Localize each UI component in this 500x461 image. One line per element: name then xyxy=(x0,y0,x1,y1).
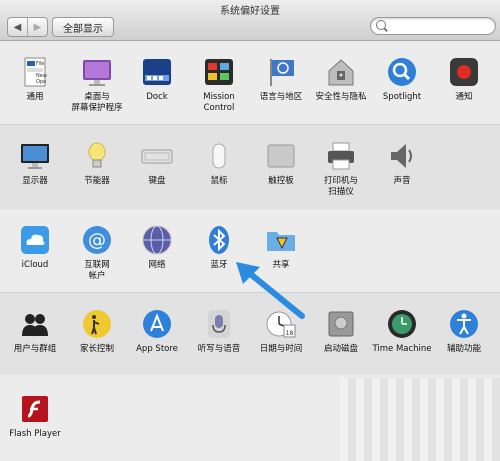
pane-network[interactable]: 网络 xyxy=(126,224,188,271)
trackpad-icon xyxy=(265,140,297,172)
svg-text:@: @ xyxy=(88,230,106,251)
app-store-icon xyxy=(141,308,173,340)
svg-text:File: File xyxy=(36,61,44,67)
pane-label: 启动磁盘 xyxy=(323,344,358,354)
desktop-screensaver-icon xyxy=(81,56,113,88)
pane-label: 通用 xyxy=(26,92,44,102)
pane-time-machine[interactable]: Time Machine xyxy=(371,308,433,355)
pane-label: Mission Control xyxy=(203,92,235,113)
pane-label: 网络 xyxy=(148,260,166,270)
globe-icon xyxy=(141,224,173,256)
toolbar: 系统偏好设置 ◀ ▶ 全部显示 xyxy=(0,0,500,41)
hard-disk-icon xyxy=(325,308,357,340)
pane-label: 互联网 帐户 xyxy=(84,260,110,281)
pane-label: 听写与语音 xyxy=(197,344,241,354)
pane-label: 家长控制 xyxy=(79,344,114,354)
pane-trackpad[interactable]: 触控板 xyxy=(250,140,312,187)
search-icon xyxy=(376,20,386,30)
pane-displays[interactable]: 显示器 xyxy=(4,140,66,187)
flash-player-icon xyxy=(19,393,51,425)
printer-icon xyxy=(325,140,357,172)
pane-spotlight[interactable]: Spotlight xyxy=(371,56,433,103)
pane-general[interactable]: File New Ope 通用 xyxy=(4,56,66,103)
sharing-folder-icon xyxy=(265,224,297,256)
time-machine-icon xyxy=(386,308,418,340)
pane-flash-player[interactable]: Flash Player xyxy=(4,393,66,440)
pane-label: 辅助功能 xyxy=(446,344,481,354)
pane-label: 语言与地区 xyxy=(259,92,303,102)
monitor-icon xyxy=(19,140,51,172)
mission-control-icon xyxy=(203,56,235,88)
pane-label: 通知 xyxy=(455,92,473,102)
pane-startup-disk[interactable]: 启动磁盘 xyxy=(310,308,372,355)
pane-label: 安全性与隐私 xyxy=(315,92,367,102)
speaker-icon xyxy=(386,140,418,172)
language-flag-icon xyxy=(265,56,297,88)
pane-label: Time Machine xyxy=(372,344,432,354)
pane-label: Dock xyxy=(146,92,168,102)
pane-label: Flash Player xyxy=(9,429,61,439)
keyboard-icon xyxy=(141,140,173,172)
pane-label: 鼠标 xyxy=(210,176,228,186)
pane-keyboard[interactable]: 键盘 xyxy=(126,140,188,187)
house-lock-icon xyxy=(325,56,357,88)
watermark xyxy=(340,378,500,461)
pane-label: 日期与时间 xyxy=(259,344,303,354)
icloud-icon xyxy=(19,224,51,256)
system-preferences-window: 系统偏好设置 ◀ ▶ 全部显示 File New Ope 通用 桌面与 屏幕保护程序… xyxy=(0,0,500,461)
general-icon: File New Ope xyxy=(19,56,51,88)
pane-sound[interactable]: 声音 xyxy=(371,140,433,187)
pane-label: 声音 xyxy=(393,176,411,186)
pane-label: 键盘 xyxy=(148,176,166,186)
dock-icon xyxy=(141,56,173,88)
mouse-icon xyxy=(203,140,235,172)
annotation-arrow xyxy=(230,258,306,324)
pane-label: Spotlight xyxy=(382,92,422,102)
pane-label: 节能器 xyxy=(84,176,110,186)
bluetooth-icon xyxy=(203,224,235,256)
pane-label: App Store xyxy=(136,344,178,354)
nav-buttons: ◀ ▶ xyxy=(7,17,48,37)
pane-label: 用户与群组 xyxy=(13,344,57,354)
pane-internet-accounts[interactable]: @ 互联网 帐户 xyxy=(66,224,128,282)
pane-accessibility[interactable]: 辅助功能 xyxy=(433,308,495,355)
pane-icloud[interactable]: iCloud xyxy=(4,224,66,271)
spotlight-icon xyxy=(386,56,418,88)
accessibility-icon xyxy=(448,308,480,340)
svg-text:18: 18 xyxy=(286,330,294,337)
pane-security[interactable]: 安全性与隐私 xyxy=(310,56,372,103)
show-all-button[interactable]: 全部显示 xyxy=(52,17,114,37)
pane-label: iCloud xyxy=(21,260,49,270)
back-button[interactable]: ◀ xyxy=(8,18,27,36)
pane-notifications[interactable]: 通知 xyxy=(433,56,495,103)
window-title: 系统偏好设置 xyxy=(220,6,280,17)
pane-label: 触控板 xyxy=(268,176,294,186)
search-input[interactable] xyxy=(370,17,496,35)
pane-mission-control[interactable]: Mission Control xyxy=(188,56,250,114)
users-icon xyxy=(19,308,51,340)
notifications-icon xyxy=(448,56,480,88)
pane-label: 打印机与 扫描仪 xyxy=(323,176,358,197)
pane-desktop[interactable]: 桌面与 屏幕保护程序 xyxy=(66,56,128,114)
pane-mouse[interactable]: 鼠标 xyxy=(188,140,250,187)
pane-energy[interactable]: 节能器 xyxy=(66,140,128,187)
pane-app-store[interactable]: App Store xyxy=(126,308,188,355)
forward-button[interactable]: ▶ xyxy=(27,18,47,36)
pane-dock[interactable]: Dock xyxy=(126,56,188,103)
pane-language-region[interactable]: 语言与地区 xyxy=(250,56,312,103)
pane-label: 显示器 xyxy=(22,176,48,186)
lightbulb-icon xyxy=(81,140,113,172)
pane-label: 桌面与 屏幕保护程序 xyxy=(71,92,123,113)
pane-parental-controls[interactable]: 家长控制 xyxy=(66,308,128,355)
pane-printers[interactable]: 打印机与 扫描仪 xyxy=(310,140,372,198)
pane-users-groups[interactable]: 用户与群组 xyxy=(4,308,66,355)
at-sign-icon: @ xyxy=(81,224,113,256)
parental-controls-icon xyxy=(81,308,113,340)
svg-text:Ope: Ope xyxy=(36,79,46,85)
